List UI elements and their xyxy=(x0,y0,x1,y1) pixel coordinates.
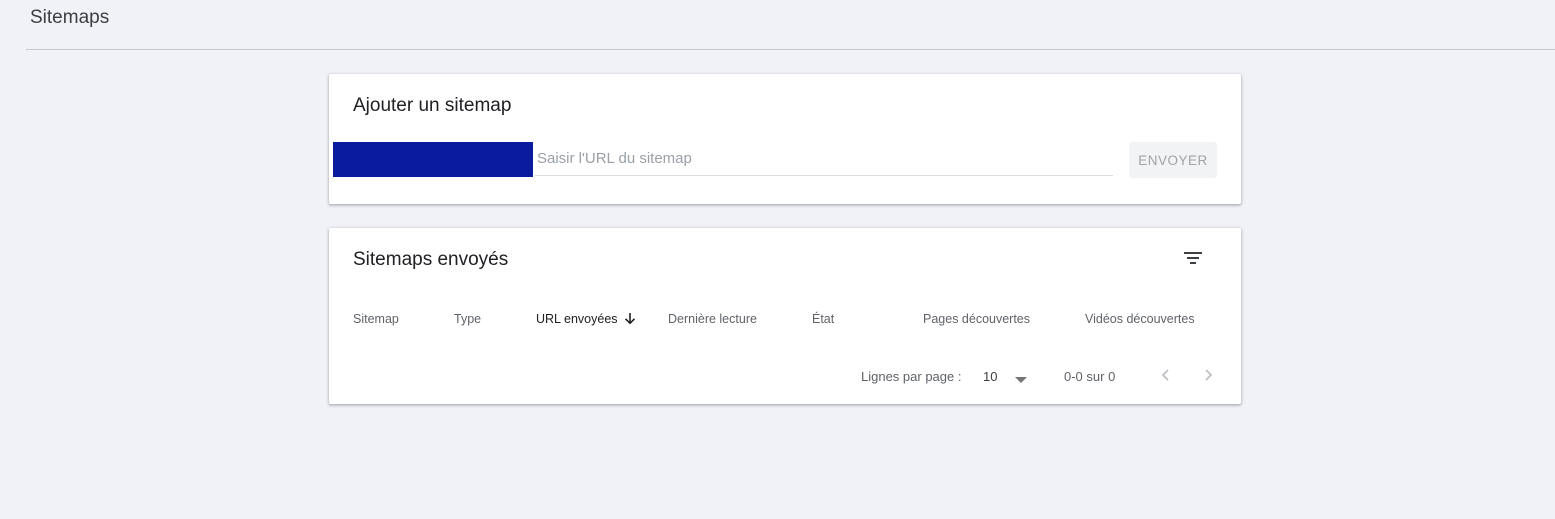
sitemap-url-field xyxy=(535,142,1113,176)
chevron-right-icon xyxy=(1205,368,1213,384)
pagination: Lignes par page : 10 0-0 sur 0 xyxy=(329,364,1241,388)
pagination-range: 0-0 sur 0 xyxy=(1064,369,1116,384)
submit-button[interactable]: ENVOYER xyxy=(1129,142,1217,178)
url-prefix-redacted xyxy=(333,142,533,177)
arrow-down-icon xyxy=(624,312,636,328)
rows-per-page-select[interactable]: 10 xyxy=(983,364,1029,388)
header-divider xyxy=(26,49,1555,50)
rows-per-page-label: Lignes par page : xyxy=(861,369,962,384)
column-header-status[interactable]: État xyxy=(812,312,834,326)
column-header-last-read[interactable]: Dernière lecture xyxy=(668,312,757,326)
sitemap-url-input[interactable] xyxy=(535,142,1113,175)
sent-sitemaps-card: Sitemaps envoyés Sitemap Type URL envoyé… xyxy=(329,228,1241,404)
next-page-button[interactable] xyxy=(1197,364,1221,388)
page-title: Sitemaps xyxy=(30,7,110,28)
sent-sitemaps-title: Sitemaps envoyés xyxy=(353,249,509,270)
column-header-pages-discovered[interactable]: Pages découvertes xyxy=(923,312,1030,326)
add-sitemap-title: Ajouter un sitemap xyxy=(353,95,512,116)
column-header-urls-sent[interactable]: URL envoyées xyxy=(536,312,636,328)
chevron-left-icon xyxy=(1161,368,1169,384)
column-header-sitemap[interactable]: Sitemap xyxy=(353,312,399,326)
page-header: Sitemaps xyxy=(0,0,1555,50)
rows-per-page-value: 10 xyxy=(983,369,998,384)
column-header-videos-discovered[interactable]: Vidéos découvertes xyxy=(1085,312,1195,326)
previous-page-button[interactable] xyxy=(1153,364,1177,388)
column-header-type[interactable]: Type xyxy=(454,312,481,326)
dropdown-caret-icon xyxy=(1015,372,1027,387)
column-header-urls-sent-label: URL envoyées xyxy=(536,312,618,326)
table-header-row: Sitemap Type URL envoyées Dernière lectu… xyxy=(329,308,1241,332)
filter-list-icon[interactable] xyxy=(1181,246,1205,270)
add-sitemap-card: Ajouter un sitemap ENVOYER xyxy=(329,74,1241,204)
